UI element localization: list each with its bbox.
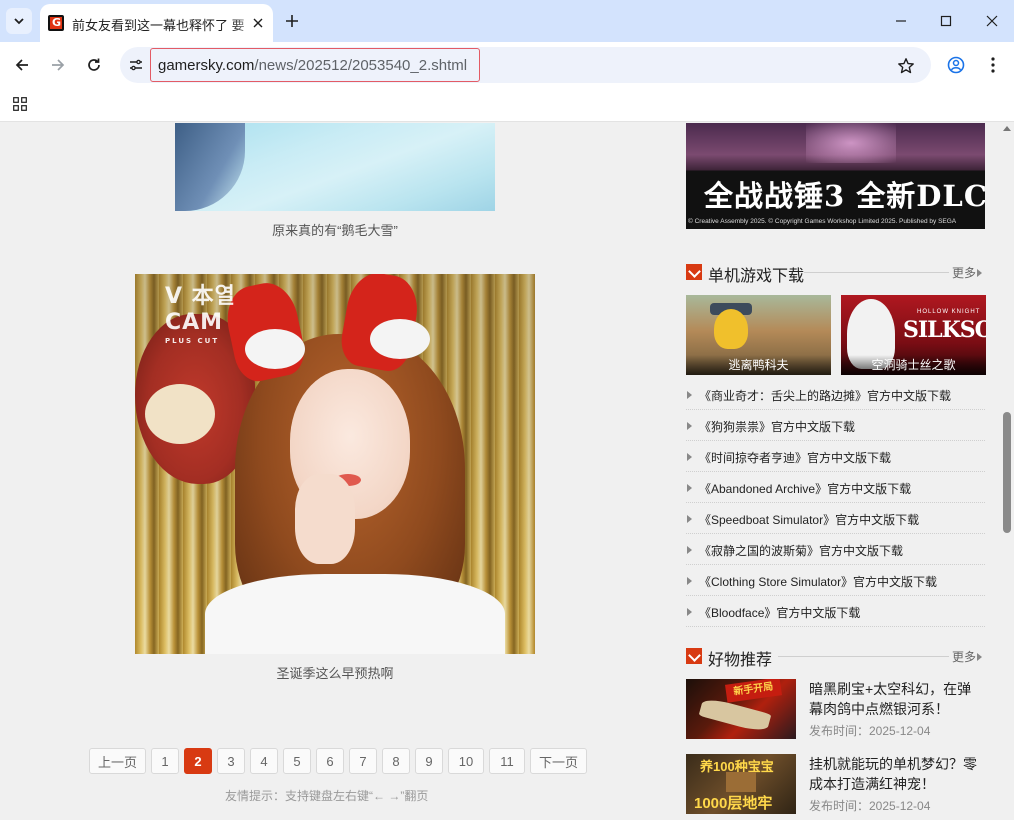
url-path: /news/202512/2053540_2.shtml [254, 57, 468, 74]
page-button-current[interactable]: 2 [184, 748, 212, 774]
recommend-thumbnail[interactable]: 养100种宝宝 1000层地牢 [686, 754, 796, 814]
page-button[interactable]: 8 [382, 748, 410, 774]
tune-icon [130, 59, 142, 71]
page-button[interactable]: 3 [217, 748, 245, 774]
url-text: gamersky.com/news/202512/2053540_2.shtml [158, 57, 467, 74]
forward-button[interactable] [46, 53, 70, 77]
recommend-item[interactable]: 新手开局 暗黑刷宝+太空科幻，在弹幕肉鸽中点燃银河系！ 发布时间：2025-12… [686, 679, 985, 741]
apps-button[interactable] [11, 95, 29, 113]
back-button[interactable] [10, 53, 34, 77]
image-caption: 原来真的有“鹅毛大雪” [272, 223, 398, 238]
page-button[interactable]: 4 [250, 748, 278, 774]
page-viewport: 原来真的有“鹅毛大雪” V 本열 CAM PLUS CUT 圣诞季这么早预热啊 … [0, 123, 1014, 820]
spaceship [698, 696, 772, 734]
page-button[interactable]: 1 [151, 748, 179, 774]
page-button[interactable]: 6 [316, 748, 344, 774]
section-arrow-icon [686, 648, 702, 664]
more-link[interactable]: 更多 [952, 264, 982, 281]
active-tab[interactable]: 前女友看到这一幕也释怀了 要 [40, 4, 273, 42]
pagination: 上一页 1 2 3 4 5 6 7 8 9 10 11 下一页 [89, 748, 587, 776]
page-button[interactable]: 9 [415, 748, 443, 774]
maximize-button[interactable] [933, 8, 959, 34]
pager-tip: 友情提示：支持键盘左右键“← →”翻页 [225, 789, 429, 803]
page-button[interactable]: 7 [349, 748, 377, 774]
minimize-icon [896, 20, 906, 22]
banner-title: 全战战锤3 全新DLC [704, 179, 985, 213]
maximize-icon [940, 15, 952, 27]
dlc-banner-ad[interactable]: 全战战锤3 全新DLC © Creative Assembly 2025. © … [686, 123, 985, 229]
close-icon [986, 15, 998, 27]
page-button[interactable]: 10 [448, 748, 484, 774]
address-bar[interactable]: gamersky.com/news/202512/2053540_2.shtml [120, 47, 931, 83]
apps-grid-icon [13, 97, 27, 111]
download-list: 《商业奇才：舌尖上的路边摊》官方中文版下载 《狗狗祟祟》官方中文版下载 《时间掠… [686, 379, 985, 627]
site-info-button[interactable] [125, 54, 147, 76]
scrollbar-thumb[interactable] [1003, 412, 1011, 533]
list-item[interactable]: 《Speedboat Simulator》官方中文版下载 [686, 503, 985, 534]
profile-button[interactable] [944, 53, 968, 77]
new-tab-button[interactable] [282, 11, 302, 31]
recommend-thumbnail[interactable]: 新手开局 [686, 679, 796, 739]
list-item[interactable]: 《商业奇才：舌尖上的路边摊》官方中文版下载 [686, 379, 985, 410]
arrow-right-icon [52, 59, 65, 71]
account-icon [947, 56, 965, 74]
tab-title: 前女友看到这一幕也释怀了 要 [72, 18, 245, 33]
minimize-button[interactable] [888, 8, 914, 34]
prev-page-button[interactable]: 上一页 [89, 748, 146, 774]
star-icon [898, 58, 914, 74]
url-field[interactable]: gamersky.com/news/202512/2053540_2.shtml [150, 48, 480, 82]
duck-character [714, 309, 748, 349]
publish-date: 发布时间：2025-12-04 [809, 724, 931, 738]
recommend-item[interactable]: 养100种宝宝 1000层地牢 挂机就能玩的单机梦幻？零成本打造满红神宠！ 发布… [686, 754, 985, 816]
bookmarks-bar [0, 88, 1014, 122]
recommend-title[interactable]: 暗黑刷宝+太空科幻，在弹幕肉鸽中点燃银河系！ [809, 679, 985, 719]
more-vertical-icon [991, 57, 995, 73]
bookmark-star-button[interactable] [895, 55, 917, 77]
section-title: 单机游戏下载 [708, 268, 805, 285]
broadcaster-watermark: V 本열 CAM PLUS CUT [165, 284, 236, 345]
page-button[interactable]: 5 [283, 748, 311, 774]
next-page-button[interactable]: 下一页 [530, 748, 587, 774]
downloads-section-header: 单机游戏下载 更多 [686, 262, 985, 285]
browser-menu-button[interactable] [981, 53, 1005, 77]
browser-toolbar: gamersky.com/news/202512/2053540_2.shtml [0, 42, 1014, 88]
featured-game-silksong[interactable]: HOLLOW KNIGHT SILKSONG 空洞骑士丝之歌 [841, 295, 986, 375]
plus-icon [286, 15, 298, 27]
recommend-title[interactable]: 挂机就能玩的单机梦幻？零成本打造满红神宠！ [809, 754, 985, 794]
section-arrow-icon [686, 264, 702, 280]
list-item[interactable]: 《Clothing Store Simulator》官方中文版下载 [686, 565, 985, 596]
game-label: 逃离鸭科夫 [686, 355, 831, 375]
close-icon [253, 18, 263, 28]
gamersky-favicon-icon [48, 15, 64, 31]
game-label: 空洞骑士丝之歌 [841, 355, 986, 375]
page-button[interactable]: 11 [489, 748, 525, 774]
chevron-down-icon [14, 18, 24, 25]
reload-button[interactable] [82, 53, 106, 77]
image-caption: 圣诞季这么早预热啊 [276, 666, 394, 681]
page-scrollbar[interactable] [1000, 123, 1014, 820]
tab-close-button[interactable] [249, 14, 267, 32]
featured-game-escape-duckov[interactable]: 逃离鸭科夫 [686, 295, 831, 375]
tab-strip: 前女友看到这一幕也释怀了 要 [0, 0, 1014, 42]
list-item[interactable]: 《狗狗祟祟》官方中文版下载 [686, 410, 985, 441]
url-host: gamersky.com [158, 57, 255, 74]
list-item[interactable]: 《Bloodface》官方中文版下载 [686, 596, 985, 627]
list-item[interactable]: 《Abandoned Archive》官方中文版下载 [686, 472, 985, 503]
publish-date: 发布时间：2025-12-04 [809, 799, 931, 813]
scroll-up-arrow-icon[interactable] [1003, 126, 1011, 131]
tab-search-button[interactable] [6, 8, 32, 34]
list-item[interactable]: 《时间掠夺者亨迪》官方中文版下载 [686, 441, 985, 472]
banner-copyright: © Creative Assembly 2025. © Copyright Ga… [688, 218, 957, 225]
reload-icon [88, 58, 100, 71]
window-close-button[interactable] [979, 8, 1005, 34]
list-item[interactable]: 《寂静之国的波斯菊》官方中文版下载 [686, 534, 985, 565]
article-image-snow [175, 123, 495, 211]
article-image-christmas[interactable]: V 本열 CAM PLUS CUT [135, 274, 535, 654]
more-link[interactable]: 更多 [952, 648, 982, 665]
section-title: 好物推荐 [708, 652, 773, 669]
arrow-left-icon [15, 59, 28, 71]
recommend-section-header: 好物推荐 更多 [686, 646, 985, 669]
